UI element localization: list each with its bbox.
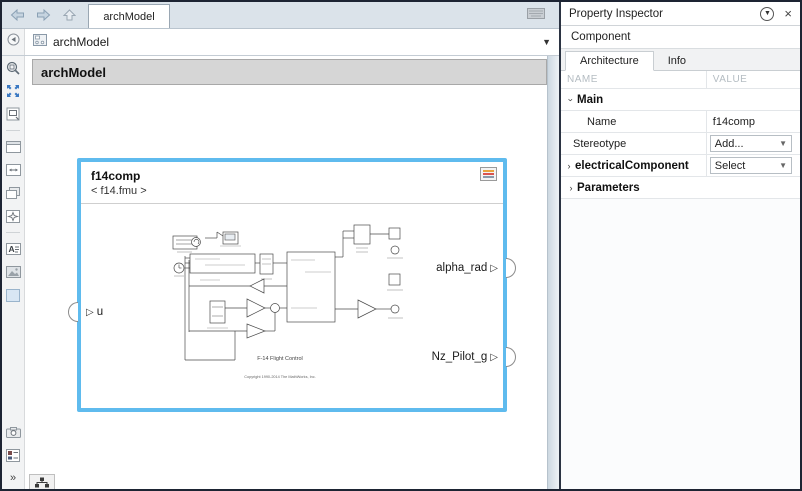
diagram-caption: F-14 Flight Control: [257, 356, 303, 362]
row-label: Name: [567, 116, 616, 128]
simulink-window: archModel archModel ▼: [0, 0, 802, 491]
forward-icon[interactable]: [35, 7, 52, 23]
canvas-title-bar: archModel: [32, 59, 547, 85]
legend-icon[interactable]: [5, 447, 22, 463]
resize-icon[interactable]: [5, 162, 22, 178]
port-label: alpha_rad: [436, 262, 487, 274]
row-stereotype[interactable]: Stereotype Add... ▼: [561, 133, 800, 155]
electrical-component-dropdown[interactable]: Select ▼: [710, 157, 792, 174]
camera-icon[interactable]: [5, 424, 22, 440]
grid-header: NAME VALUE: [561, 71, 800, 89]
component-subtitle: < f14.fmu >: [91, 185, 493, 197]
svg-text:A: A: [8, 244, 14, 254]
row-parameters[interactable]: › Parameters: [561, 177, 800, 199]
expand-toolbar-icon[interactable]: »: [5, 470, 22, 486]
zoom-in-icon[interactable]: [5, 60, 22, 76]
breadcrumb-row: archModel ▼: [2, 29, 559, 56]
port-triangle-icon: ▷: [490, 352, 498, 363]
row-label: Stereotype: [567, 138, 626, 150]
close-icon[interactable]: ×: [784, 7, 792, 20]
circle-back-icon[interactable]: [7, 33, 20, 51]
row-label: Main: [577, 94, 603, 106]
name-column-header: NAME: [561, 71, 707, 88]
breadcrumb-label: archModel: [53, 35, 109, 49]
f14-diagram-thumbnail: F-14 Flight Control Copyright 1990-2014 …: [165, 212, 415, 388]
document-tabbar: archModel: [2, 2, 559, 29]
tab-label: archModel: [103, 11, 154, 23]
up-icon[interactable]: [61, 7, 78, 23]
object-type-label: Component: [571, 31, 630, 43]
area-select-icon[interactable]: [5, 287, 22, 303]
model-badge-icon: [33, 33, 47, 51]
component-name: f14comp: [91, 169, 493, 183]
tab-info[interactable]: Info: [654, 52, 700, 70]
inspector-title: Property Inspector: [569, 8, 663, 20]
hierarchy-tab[interactable]: [29, 474, 55, 489]
inspector-empty-area: [561, 199, 800, 489]
canvas-title: archModel: [41, 65, 106, 80]
annotation-icon[interactable]: A: [5, 241, 22, 257]
property-inspector: Property Inspector ▼ × Component Archite…: [561, 2, 800, 489]
inspector-menu-icon[interactable]: ▼: [760, 7, 774, 21]
screenshot-icon[interactable]: [5, 106, 22, 122]
copy-view-icon[interactable]: [5, 185, 22, 201]
chevron-right-icon[interactable]: ›: [565, 183, 577, 193]
row-electrical-component[interactable]: › electricalComponent Select ▼: [561, 155, 800, 177]
hierarchy-tree-icon: [34, 477, 50, 488]
tab-architecture[interactable]: Architecture: [565, 51, 654, 71]
port-triangle-icon: ▷: [490, 263, 498, 274]
dropdown-value: Add...: [715, 138, 744, 150]
component-f14comp[interactable]: f14comp < f14.fmu >: [77, 158, 507, 412]
port-bump: [68, 302, 78, 322]
port-u[interactable]: ▷ u: [83, 301, 103, 323]
port-label: u: [97, 306, 103, 318]
dropdown-value: Select: [715, 160, 746, 172]
stereotype-dropdown[interactable]: Add... ▼: [710, 135, 792, 152]
row-name[interactable]: Name f14comp: [561, 111, 800, 133]
breadcrumb[interactable]: archModel ▼: [25, 29, 559, 55]
port-label: Nz_Pilot_g: [432, 351, 488, 363]
palette-toolbar: A »: [2, 56, 25, 489]
row-main[interactable]: › Main: [561, 89, 800, 111]
keyboard-icon[interactable]: [527, 6, 545, 24]
inspector-tabs: Architecture Info: [561, 49, 800, 71]
row-label: Parameters: [577, 182, 640, 194]
inspector-header: Property Inspector ▼ ×: [561, 2, 800, 26]
breadcrumb-caret-icon[interactable]: ▼: [542, 37, 551, 47]
chevron-down-icon[interactable]: ›: [566, 94, 576, 106]
row-label: electricalComponent: [575, 160, 689, 172]
back-icon[interactable]: [9, 7, 26, 23]
fmu-badge-icon: [480, 167, 497, 181]
fit-to-view-icon[interactable]: [5, 83, 22, 99]
chevron-down-icon: ▼: [779, 139, 787, 148]
diagram-canvas[interactable]: archModel f14comp < f14.fmu >: [25, 56, 547, 489]
chevron-down-icon: ▼: [779, 161, 787, 170]
editor-pane: archModel archModel ▼: [2, 2, 559, 489]
viewport-icon[interactable]: [5, 139, 22, 155]
tab-archmodel[interactable]: archModel: [88, 4, 170, 28]
name-value[interactable]: f14comp: [713, 116, 755, 128]
port-triangle-icon: ▷: [86, 307, 94, 318]
object-type-row: Component: [561, 26, 800, 49]
value-column-header: VALUE: [707, 71, 800, 88]
guides-icon[interactable]: [5, 208, 22, 224]
image-icon[interactable]: [5, 264, 22, 280]
port-bump: [506, 258, 516, 278]
diagram-copyright: Copyright 1990-2014 The MathWorks, Inc.: [244, 375, 315, 379]
port-bump: [506, 347, 516, 367]
port-alpha-rad[interactable]: alpha_rad ▷: [436, 257, 501, 279]
vertical-scrollbar[interactable]: [547, 56, 559, 489]
chevron-right-icon[interactable]: ›: [563, 161, 575, 171]
component-header: f14comp < f14.fmu >: [81, 162, 503, 204]
property-grid: NAME VALUE › Main Name f14comp Stereotyp…: [561, 71, 800, 199]
port-nz-pilot-g[interactable]: Nz_Pilot_g ▷: [432, 346, 501, 368]
